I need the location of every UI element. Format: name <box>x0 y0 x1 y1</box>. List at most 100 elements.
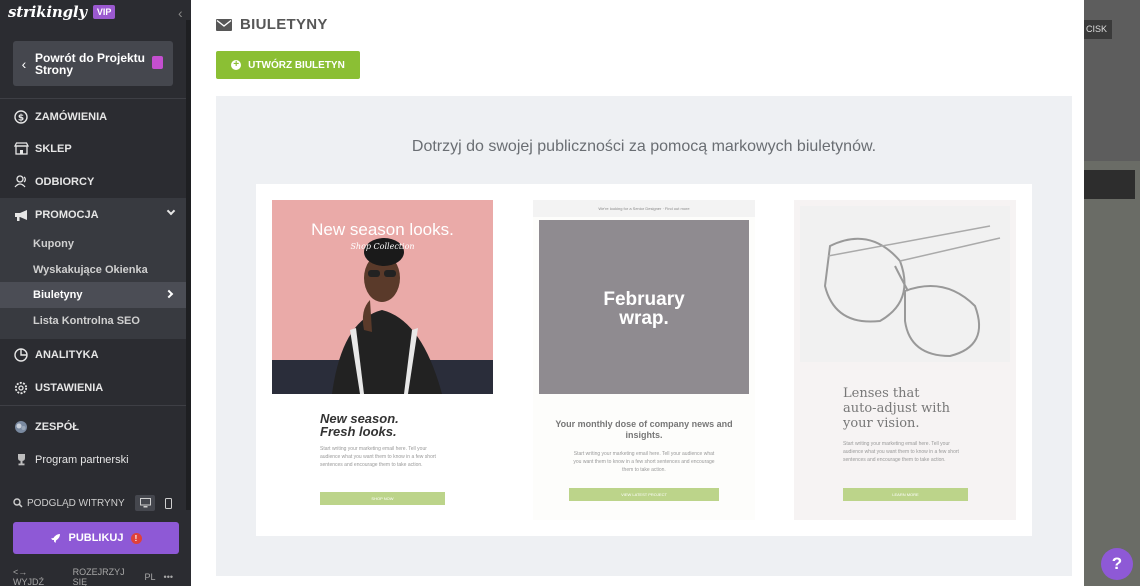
newsletters-panel: BIULETYNY + UTWÓRZ BIULETYN Dotrzyj do s… <box>191 0 1084 586</box>
nav-label: PROMOCJA <box>35 209 99 221</box>
create-button-label: UTWÓRZ BIULETYN <box>248 59 345 71</box>
rocket-icon <box>50 533 61 544</box>
nav-label: ZAMÓWIENIA <box>35 110 108 123</box>
template-body: Start writing your marketing email here.… <box>843 441 959 463</box>
template-card[interactable]: We're looking for a Senior Designer · Fi… <box>533 200 755 520</box>
vip-badge: VIP <box>92 5 116 19</box>
megaphone-icon <box>13 207 29 223</box>
svg-text:$: $ <box>18 113 24 123</box>
logout-label: WYJDŹ <box>13 577 44 586</box>
template-cta: LEARN MORE <box>843 488 968 501</box>
template-title: Lenses that auto-adjust with your vision… <box>843 386 950 431</box>
glasses-photo <box>823 225 1001 358</box>
sidebar-footer: <→ WYJDŹ ROZEJRZYJ SIĘ PL ••• <box>13 567 181 586</box>
nav-item-promotion[interactable]: PROMOCJA <box>0 198 186 232</box>
more-options-icon[interactable]: ••• <box>164 572 173 582</box>
users-icon <box>13 174 29 190</box>
promo-box: Dotrzyj do swojej publiczności za pomocą… <box>216 96 1072 576</box>
sub-item-popups[interactable]: Wyskakujące Okienka <box>0 257 186 283</box>
template-card[interactable]: New season looks. Shop Collection New se… <box>272 200 493 520</box>
look-around-link[interactable]: ROZEJRZYJ SIĘ <box>73 567 137 586</box>
page-title-text: BIULETYNY <box>240 16 328 33</box>
template-top-bar: We're looking for a Senior Designer · Fi… <box>533 200 755 217</box>
sub-item-label: Biuletyny <box>33 289 83 301</box>
nav-label: USTAWIENIA <box>35 381 104 394</box>
nav-item-orders[interactable]: $ ZAMÓWIENIA <box>0 100 186 133</box>
logo-text: strikingly <box>8 3 87 21</box>
nav-item-partner-program[interactable]: Program partnerski <box>0 443 186 476</box>
template-title: Your monthly dose of company news and in… <box>555 419 733 440</box>
back-to-project-button[interactable]: ‹ Powrót do Projektu Strony <box>13 41 173 86</box>
template-title: New season. Fresh looks. <box>320 412 399 438</box>
back-button-label: Powrót do Projektu Strony <box>35 50 146 77</box>
desktop-icon <box>139 498 151 508</box>
template-previews: New season looks. Shop Collection New se… <box>256 184 1032 536</box>
sidebar: strikingly VIP ‹ ‹ Powrót do Projektu St… <box>0 0 191 586</box>
chevron-down-icon <box>166 206 176 216</box>
nav-label: Program partnerski <box>35 453 129 466</box>
template-hero-headline: New season looks. <box>311 220 454 239</box>
site-icon <box>152 56 163 69</box>
trophy-icon <box>13 452 29 468</box>
sub-item-newsletters[interactable]: Biuletyny <box>0 282 186 308</box>
pie-chart-icon <box>13 347 29 363</box>
template-title-line: auto-adjust with <box>843 401 950 416</box>
desktop-preview-button[interactable] <box>135 495 155 511</box>
template-body: Start writing your marketing email here.… <box>320 446 436 468</box>
store-icon <box>13 141 29 157</box>
mobile-preview-button[interactable] <box>161 495 175 511</box>
template-hero-headline: February wrap. <box>539 290 749 328</box>
language-selector[interactable]: PL <box>145 572 156 582</box>
create-newsletter-button[interactable]: + UTWÓRZ BIULETYN <box>216 51 360 79</box>
nav-item-settings[interactable]: USTAWIENIA <box>0 371 186 404</box>
publish-label: PUBLIKUJ <box>68 532 124 544</box>
promo-text: Dotrzyj do swojej publiczności za pomocą… <box>411 138 877 155</box>
mobile-icon <box>164 497 172 509</box>
logout-link[interactable]: <→ WYJDŹ <box>13 567 65 586</box>
collapse-sidebar-icon[interactable]: ‹ <box>178 5 183 21</box>
logo[interactable]: strikingly VIP <box>8 3 116 21</box>
hero-line: February <box>603 289 685 310</box>
sub-item-coupons[interactable]: Kupony <box>0 231 186 257</box>
help-button[interactable]: ? <box>1101 548 1133 580</box>
backdrop-image <box>1084 161 1140 586</box>
divider <box>0 98 186 99</box>
nav-item-recipients[interactable]: ODBIORCY <box>0 165 186 198</box>
template-body: Start writing your marketing email here.… <box>573 451 715 473</box>
envelope-icon <box>216 18 232 31</box>
nav-label: SKLEP <box>35 142 72 155</box>
template-hero-subtitle: Shop Collection <box>350 242 415 251</box>
nav-label: ODBIORCY <box>35 175 95 188</box>
search-icon <box>13 498 23 508</box>
sub-item-seo[interactable]: Lista Kontrolna SEO <box>0 308 186 334</box>
plus-circle-icon: + <box>231 60 242 70</box>
sub-item-label: Kupony <box>33 238 74 250</box>
team-globe-icon <box>13 419 29 435</box>
template-hero-image <box>800 206 1010 362</box>
template-cta: SHOP NOW <box>320 492 445 505</box>
nav-item-team[interactable]: ZESPÓŁ <box>0 410 186 443</box>
template-card[interactable]: Lenses that auto-adjust with your vision… <box>794 200 1016 520</box>
nav-item-shop[interactable]: SKLEP <box>0 132 186 165</box>
sub-item-label: Wyskakujące Okienka <box>33 264 148 276</box>
divider <box>0 405 186 406</box>
dollar-circle-icon: $ <box>13 109 29 125</box>
backdrop-tab: CISK <box>1084 20 1112 39</box>
alert-icon: ! <box>130 532 142 544</box>
template-cta: VIEW LATEST PROJECT <box>569 488 719 501</box>
template-title-line: Lenses that <box>843 386 920 401</box>
template-title-line: your vision. <box>843 416 920 431</box>
promotion-submenu: Kupony Wyskakujące Okienka Biuletyny Lis… <box>0 231 186 339</box>
nav-label: ZESPÓŁ <box>35 420 80 433</box>
nav-label: ANALITYKA <box>35 348 99 361</box>
sub-item-label: Lista Kontrolna SEO <box>33 315 140 327</box>
publish-button[interactable]: PUBLIKUJ ! <box>13 522 179 554</box>
chevron-left-icon: ‹ <box>21 55 27 72</box>
page-title: BIULETYNY <box>216 16 328 33</box>
site-preview-row: PODGLĄD WITRYNY <box>13 495 178 511</box>
nav-item-analytics[interactable]: ANALITYKA <box>0 338 186 371</box>
preview-label[interactable]: PODGLĄD WITRYNY <box>27 498 125 509</box>
template-title-line: Fresh looks. <box>320 424 397 439</box>
template-hero-image: February wrap. <box>539 220 749 394</box>
template-hero-image: New season looks. Shop Collection <box>272 200 493 394</box>
